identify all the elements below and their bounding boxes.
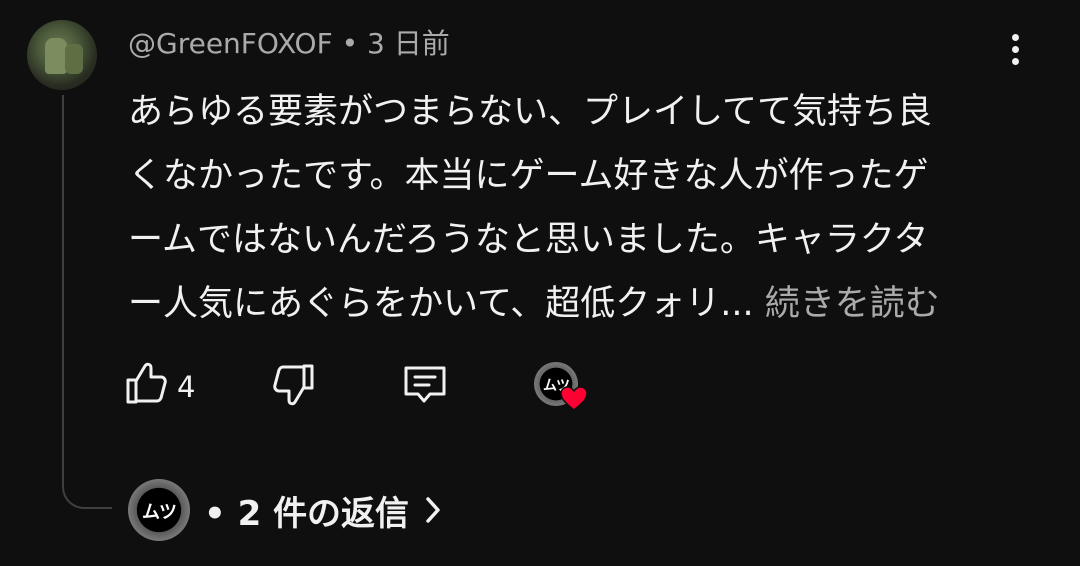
replies-count: • 2 件の返信 [204,493,410,534]
reply-button[interactable] [402,358,448,414]
heart-icon [560,386,588,416]
reply-thread-line [62,95,112,509]
thumb-up-icon [126,362,167,404]
header-separator: • [341,27,359,60]
more-vert-icon [1012,34,1019,41]
like-button[interactable] [124,358,168,414]
comment-line: あらゆる要素がつまらない、プレイしてて気持ち良 [128,92,932,132]
comment-line: ー人気にあぐらをかいて、超低クォリ... 続きを読む [128,284,940,324]
comment-line: ームではないんだろうなと思いました。キャラクタ [128,220,929,260]
more-options-button[interactable] [1000,30,1032,70]
comment-actions: 4 ムツ [124,358,624,414]
view-replies-button[interactable]: ムツ • 2 件の返信 [128,478,443,542]
author-name[interactable]: @GreenFOXOF [128,27,333,60]
comment-body: あらゆる要素がつまらない、プレイしてて気持ち良 くなかったです。本当にゲーム好き… [128,80,988,336]
read-more-link[interactable]: 続きを読む [765,284,940,324]
chevron-right-icon [426,497,440,523]
comment-header: @GreenFOXOF • 3 日前 [128,26,450,62]
author-avatar[interactable] [27,20,97,90]
comment-time: 3 日前 [367,27,450,60]
reply-avatar: ムツ [128,479,190,541]
comment-icon [404,366,446,403]
like-count: 4 [177,370,196,404]
thumb-down-icon [273,364,314,406]
comment-line: くなかったです。本当にゲーム好きな人が作ったゲ [128,156,929,196]
dislike-button[interactable] [272,358,316,414]
